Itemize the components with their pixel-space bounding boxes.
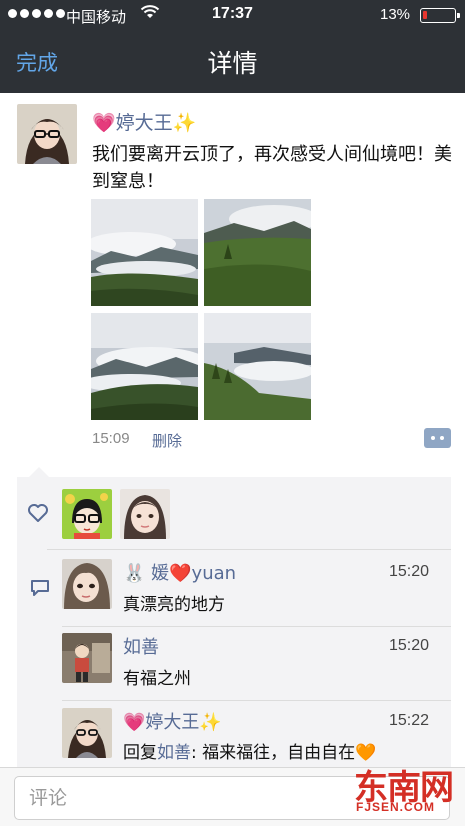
battery-level-fill	[423, 11, 427, 19]
reply-to-name[interactable]: 如善	[157, 743, 191, 763]
watermark-sub: FJSEN.COM	[356, 800, 436, 814]
comment-text: 有福之州	[123, 669, 191, 689]
post-photo[interactable]	[91, 313, 198, 420]
comment-menu-icon[interactable]	[424, 428, 451, 448]
post-text: 我们要离开云顶了，再次感受人间仙境吧！美到窒息！	[92, 144, 452, 192]
delete-post-link[interactable]: 删除	[152, 430, 182, 451]
likes-and-comments-panel: 🐰 媛❤️yuan 15:20 真漂亮的地方 如善 15:20 有福之州 💗婷大…	[17, 467, 451, 767]
post-photo[interactable]	[91, 199, 198, 306]
comment-text: 真漂亮的地方	[123, 595, 225, 615]
comment-bubble-icon	[31, 580, 49, 596]
watermark-logo: 东南网 FJSEN.COM	[350, 760, 460, 820]
divider	[47, 549, 451, 550]
commenter-name[interactable]: 🐰 媛❤️yuan	[123, 559, 236, 585]
post-photo[interactable]	[204, 199, 311, 306]
commenter-avatar[interactable]	[62, 559, 112, 609]
post-timestamp: 15:09	[92, 430, 130, 447]
comment-timestamp: 15:20	[389, 563, 430, 580]
battery-icon	[420, 8, 460, 23]
comment-text: 回复如善: 福来福往，自由自在🧡	[123, 738, 376, 763]
post-author-name[interactable]: 💗婷大王✨	[92, 108, 196, 135]
commenter-name[interactable]: 💗婷大王✨	[123, 708, 222, 734]
commenter-avatar[interactable]	[62, 633, 112, 683]
liker-avatar[interactable]	[62, 489, 112, 539]
comment-timestamp: 15:20	[389, 637, 430, 654]
comment-timestamp: 15:22	[389, 712, 430, 729]
top-bar: 中国移动 17:37 13% 完成 详情	[0, 0, 465, 93]
reply-body: : 福来福往，自由自在🧡	[191, 743, 377, 763]
post-author-avatar[interactable]	[17, 104, 77, 164]
battery-percent: 13%	[380, 6, 411, 23]
heart-outline-icon	[28, 504, 48, 522]
divider	[62, 626, 451, 627]
commenter-avatar[interactable]	[62, 708, 112, 758]
reply-prefix: 回复	[123, 743, 157, 763]
divider	[62, 700, 451, 701]
status-bar: 中国移动 17:37 13%	[0, 0, 465, 30]
post-photo[interactable]	[204, 313, 311, 420]
page-title: 详情	[207, 49, 258, 78]
commenter-name[interactable]: 如善	[123, 633, 159, 659]
liker-avatar[interactable]	[120, 489, 170, 539]
